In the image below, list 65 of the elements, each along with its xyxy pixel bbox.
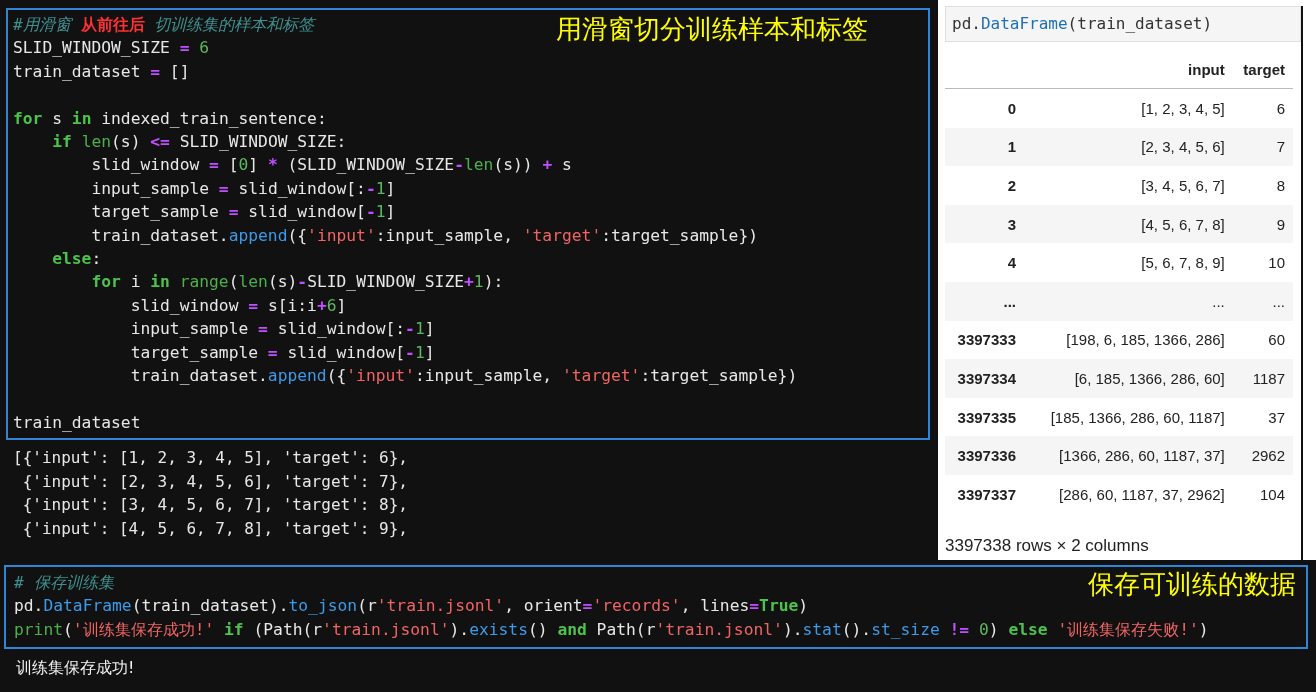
table-cell: ...	[1232, 281, 1293, 321]
code-line: train_dataset = []	[13, 60, 190, 83]
table-cell: 7	[1232, 127, 1293, 167]
annotation-label: 用滑窗切分训练样本和标签	[556, 13, 868, 46]
table-cell: 2962	[1232, 436, 1293, 475]
column-header: input	[1024, 50, 1233, 89]
output-line: 训练集保存成功!	[15, 657, 136, 680]
row-index: 3	[945, 204, 1024, 244]
code-line: slid_window = s[i:i+6]	[129, 294, 347, 317]
table-cell: 1187	[1232, 359, 1293, 398]
row-index: 3397335	[945, 397, 1024, 437]
code-cell[interactable]	[6, 8, 930, 441]
table-cell: 60	[1232, 320, 1293, 360]
code-line: slid_window = [0] * (SLID_WINDOW_SIZE-len(s)) + s	[90, 154, 572, 177]
table-cell: [1, 2, 3, 4, 5]	[1024, 88, 1233, 128]
table-cell: [4, 5, 6, 7, 8]	[1024, 204, 1233, 244]
row-index: ...	[945, 281, 1024, 321]
row-index: 1	[945, 127, 1024, 167]
row-index: 3397333	[945, 320, 1024, 360]
row-index: 4	[945, 243, 1024, 282]
output-line: {'input': [4, 5, 6, 7, 8], 'target': 9},	[21, 517, 409, 540]
output-line: {'input': [2, 3, 4, 5, 6], 'target': 7},	[21, 470, 409, 493]
table-cell: 8	[1232, 166, 1293, 205]
table-cell: 6	[1232, 88, 1293, 128]
table-cell: [2, 3, 4, 5, 6]	[1024, 127, 1233, 167]
code-line: if len(s) <= SLID_WINDOW_SIZE:	[51, 131, 347, 153]
column-header: target	[1232, 50, 1293, 89]
code-line: train_dataset.append({'input':input_sample, 'target':target_sample})	[129, 365, 798, 388]
table-cell: [6, 185, 1366, 286, 60]	[1024, 359, 1233, 398]
output-line: {'input': [3, 4, 5, 6, 7], 'target': 8},	[21, 494, 409, 517]
table-cell: 37	[1232, 397, 1293, 437]
row-index: 2	[945, 166, 1024, 205]
table-cell: [3, 4, 5, 6, 7]	[1024, 166, 1233, 205]
table-cell: [198, 6, 185, 1366, 286]	[1024, 320, 1233, 360]
table-cell: ...	[1024, 281, 1233, 321]
code-line: print('训练集保存成功!' if (Path(r'train.jsonl').exists() and Path(r'train.jsonl').stat().st_size != 0) else '训练集保存失败!')	[14, 618, 1209, 641]
output-line: [{'input': [1, 2, 3, 4, 5], 'target': 6},	[13, 447, 409, 470]
table-cell: 10	[1232, 243, 1293, 282]
code-cell[interactable]	[4, 565, 1308, 650]
code-line: pd.DataFrame(train_dataset).to_json(r'train.jsonl', orient='records', lines=True)	[14, 595, 809, 618]
code-line: train_dataset.append({'input':input_sample, 'target':target_sample})	[90, 224, 759, 247]
annotation-label: 保存可训练的数据	[1088, 568, 1296, 601]
code-line: # 保存训练集	[14, 572, 114, 594]
table-cell: 104	[1232, 474, 1293, 514]
code-cell[interactable]: pd.DataFrame(train_dataset)	[945, 6, 1301, 42]
code-line: target_sample = slid_window[-1]	[90, 201, 396, 224]
row-index: 3397334	[945, 359, 1024, 398]
code-line: input_sample = slid_window[:-1]	[90, 177, 396, 200]
table-cell: 9	[1232, 204, 1293, 244]
table-cell: [5, 6, 7, 8, 9]	[1024, 243, 1233, 282]
table-cell: [1366, 286, 60, 1187, 37]	[1024, 436, 1233, 475]
code-line: input_sample = slid_window[:-1]	[129, 318, 435, 341]
row-index: 3397336	[945, 436, 1024, 475]
table-cell: [185, 1366, 286, 60, 1187]	[1024, 397, 1233, 437]
code-line: else:	[51, 248, 102, 271]
row-index: 0	[945, 88, 1024, 128]
table-summary: 3397338 rows × 2 columns	[945, 535, 1150, 556]
code-line: train_dataset	[13, 411, 141, 434]
code-line: SLID_WINDOW_SIZE = 6	[13, 37, 210, 60]
row-index: 3397337	[945, 474, 1024, 514]
code-line: #用滑窗 从前往后 切训练集的样本和标签	[13, 14, 315, 36]
table-cell: [286, 60, 1187, 37, 2962]	[1024, 474, 1233, 514]
code-line: target_sample = slid_window[-1]	[129, 341, 435, 364]
code-line: for s in indexed_train_sentence:	[13, 107, 327, 130]
code-line: for i in range(len(s)-SLID_WINDOW_SIZE+1):	[90, 271, 504, 294]
